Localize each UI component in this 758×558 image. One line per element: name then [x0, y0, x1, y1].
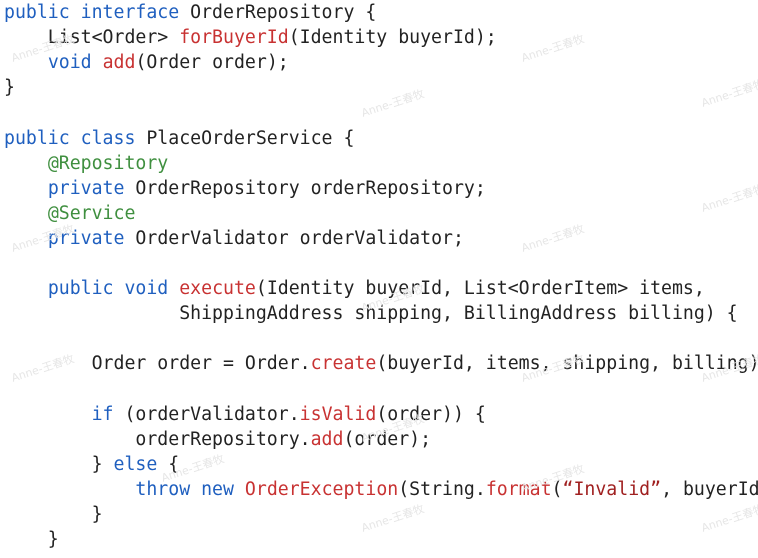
code-token: add	[102, 52, 136, 74]
code-token: }	[4, 77, 15, 99]
code-line: public class PlaceOrderService {	[4, 126, 354, 151]
code-line: }	[4, 502, 103, 527]
code-token: add	[310, 428, 344, 450]
code-line: }	[4, 527, 59, 552]
code-token: public interface	[4, 2, 180, 23]
code-token: @Service	[47, 202, 136, 224]
code-token: public class	[4, 127, 136, 149]
code-token: , buyerId));	[661, 478, 758, 500]
code-line: Order order = Order.create(buyerId, item…	[4, 351, 758, 376]
code-token: private	[47, 177, 125, 199]
code-token: public void	[47, 278, 169, 300]
code-token: }	[4, 504, 103, 525]
code-token: (orderValidator.	[113, 403, 300, 425]
code-token: (Identity buyerId, List<OrderItem> items…	[255, 278, 705, 300]
code-token: isValid	[299, 403, 377, 425]
code-token: OrderRepository orderRepository;	[124, 177, 486, 199]
code-line: public interface OrderRepository {	[4, 0, 376, 25]
code-token: (Order order);	[135, 52, 289, 74]
code-token: (String.	[398, 478, 486, 500]
code-line: }	[4, 75, 15, 100]
code-line: private OrderRepository orderRepository;	[4, 176, 486, 201]
code-token: execute	[179, 278, 256, 300]
code-token: orderRepository.	[4, 428, 311, 450]
code-line: throw new OrderException(String.format(“…	[4, 477, 758, 502]
code-token: OrderRepository {	[179, 2, 377, 23]
code-token: PlaceOrderService {	[135, 127, 355, 149]
code-token: }	[4, 529, 59, 551]
code-block: public interface OrderRepository { List<…	[0, 0, 758, 558]
code-token: void	[47, 52, 92, 74]
code-token: “Invalid”	[562, 478, 662, 500]
code-token: if	[91, 403, 114, 425]
code-token: throw new	[135, 478, 234, 500]
code-token: create	[310, 353, 377, 375]
code-token: else	[113, 453, 158, 475]
code-token: OrderValidator orderValidator;	[124, 227, 464, 249]
code-line: List<Order> forBuyerId(Identity buyerId)…	[4, 25, 497, 50]
code-token: forBuyerId	[179, 27, 289, 49]
code-line: } else {	[4, 452, 180, 477]
code-token: @Repository	[47, 152, 169, 174]
code-token: }	[4, 453, 114, 475]
code-line: @Repository	[4, 151, 168, 176]
code-line: public void execute(Identity buyerId, Li…	[4, 276, 705, 301]
code-token: OrderException	[244, 478, 399, 500]
code-token: (Identity buyerId);	[288, 27, 497, 49]
